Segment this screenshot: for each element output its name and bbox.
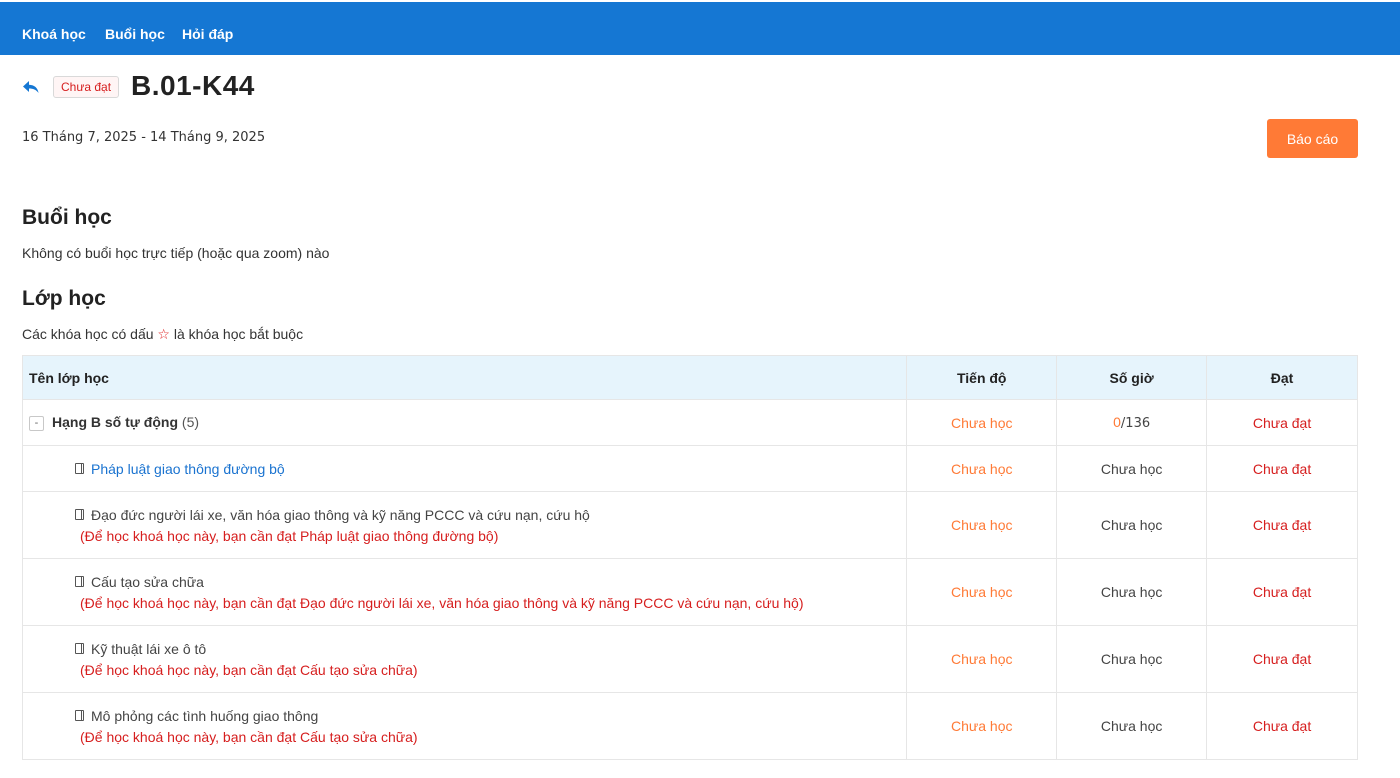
course-cell: Cấu tạo sửa chữa (Để học khoá học này, b… (21, 558, 908, 626)
required-note-suffix: là khóa học bắt buộc (173, 326, 304, 342)
sessions-heading: Buổi học (22, 206, 112, 229)
course-link[interactable]: Pháp luật giao thông đường bộ (91, 461, 285, 477)
course-progress: Chưa học (906, 491, 1058, 559)
course-progress: Chưa học (906, 558, 1058, 626)
course-pass: Chưa đạt (1206, 692, 1358, 760)
collapse-toggle-icon[interactable]: - (29, 415, 44, 431)
table-row: Đạo đức người lái xe, văn hóa giao thông… (21, 491, 1358, 559)
class-table: Tên lớp học Tiến độ Số giờ Đạt - Hạng B s… (21, 355, 1358, 760)
course-name: Đạo đức người lái xe, văn hóa giao thông… (91, 506, 590, 523)
prerequisite-note: (Để học khoá học này, bạn cần đạt Pháp l… (80, 527, 499, 544)
report-button[interactable]: Báo cáo (1267, 119, 1358, 158)
table-row: Pháp luật giao thông đường bộ Chưa học C… (21, 445, 1358, 492)
required-courses-note: Các khóa học có dấu ☆ là khóa học bắt bu… (22, 326, 303, 343)
book-icon (75, 463, 84, 474)
column-header-name: Tên lớp học (21, 355, 908, 400)
column-header-hours: Số giờ (1056, 355, 1208, 400)
course-hours: Chưa học (1056, 625, 1208, 693)
group-hours: 0/136 (1056, 399, 1208, 446)
course-pass: Chưa đạt (1206, 625, 1358, 693)
course-progress: Chưa học (906, 692, 1058, 760)
table-header-row: Tên lớp học Tiến độ Số giờ Đạt (21, 355, 1358, 400)
book-icon (75, 710, 84, 721)
group-name: Hạng B số tự động (52, 414, 179, 431)
course-pass: Chưa đạt (1206, 491, 1358, 559)
required-note-prefix: Các khóa học có dấu (22, 326, 154, 342)
nav-link-qa[interactable]: Hỏi đáp (182, 26, 233, 42)
course-cell: Kỹ thuật lái xe ô tô (Để học khoá học nà… (21, 625, 908, 693)
course-pass: Chưa đạt (1206, 445, 1358, 492)
table-row-group: - Hạng B số tự động (5) Chưa học 0/136 Ch… (21, 399, 1358, 446)
course-pass: Chưa đạt (1206, 558, 1358, 626)
group-pass: Chưa đạt (1206, 399, 1358, 446)
nav-link-sessions[interactable]: Buổi học (105, 26, 165, 42)
star-icon: ☆ (157, 326, 170, 342)
course-progress: Chưa học (906, 445, 1058, 492)
back-arrow-icon[interactable] (22, 78, 40, 96)
book-icon (75, 576, 84, 587)
nav-link-courses[interactable]: Khoá học (22, 26, 86, 42)
status-badge: Chưa đạt (53, 76, 120, 98)
course-hours: Chưa học (1056, 491, 1208, 559)
course-cell: Pháp luật giao thông đường bộ (21, 445, 908, 492)
course-name: Mô phỏng các tình huống giao thông (91, 707, 319, 724)
book-icon (75, 643, 84, 654)
table-row: Kỹ thuật lái xe ô tô (Để học khoá học nà… (21, 625, 1358, 693)
prerequisite-note: (Để học khoá học này, bạn cần đạt Cấu tạ… (80, 728, 418, 745)
prerequisite-note: (Để học khoá học này, bạn cần đạt Cấu tạ… (80, 661, 418, 678)
classes-heading: Lớp học (22, 287, 106, 310)
course-progress: Chưa học (906, 625, 1058, 693)
table-row: Cấu tạo sửa chữa (Để học khoá học này, b… (21, 558, 1358, 626)
group-hours-done: 0 (1113, 414, 1121, 430)
top-navigation-bar: Khoá học Buổi học Hỏi đáp (0, 2, 1400, 55)
course-hours: Chưa học (1056, 445, 1208, 492)
group-progress: Chưa học (906, 399, 1058, 446)
book-icon (75, 509, 84, 520)
group-hours-total: /136 (1120, 416, 1151, 431)
group-count: (5) (181, 414, 200, 431)
table-row: Mô phỏng các tình huống giao thông (Để h… (21, 692, 1358, 760)
date-range: 16 Tháng 7, 2025 - 14 Tháng 9, 2025 (22, 130, 266, 145)
course-hours: Chưa học (1056, 692, 1208, 760)
column-header-pass: Đạt (1206, 355, 1358, 400)
prerequisite-note: (Để học khoá học này, bạn cần đạt Đạo đứ… (80, 594, 804, 611)
course-cell: Mô phỏng các tình huống giao thông (Để h… (21, 692, 908, 760)
sessions-empty-text: Không có buổi học trực tiếp (hoặc qua zo… (22, 245, 330, 261)
course-hours: Chưa học (1056, 558, 1208, 626)
page-title: B.01-K44 (131, 70, 255, 101)
course-name: Cấu tạo sửa chữa (91, 573, 204, 590)
group-name-cell: - Hạng B số tự động (5) (21, 399, 908, 446)
course-name: Kỹ thuật lái xe ô tô (91, 640, 207, 657)
column-header-progress: Tiến độ (906, 355, 1058, 400)
course-cell: Đạo đức người lái xe, văn hóa giao thông… (21, 491, 908, 559)
